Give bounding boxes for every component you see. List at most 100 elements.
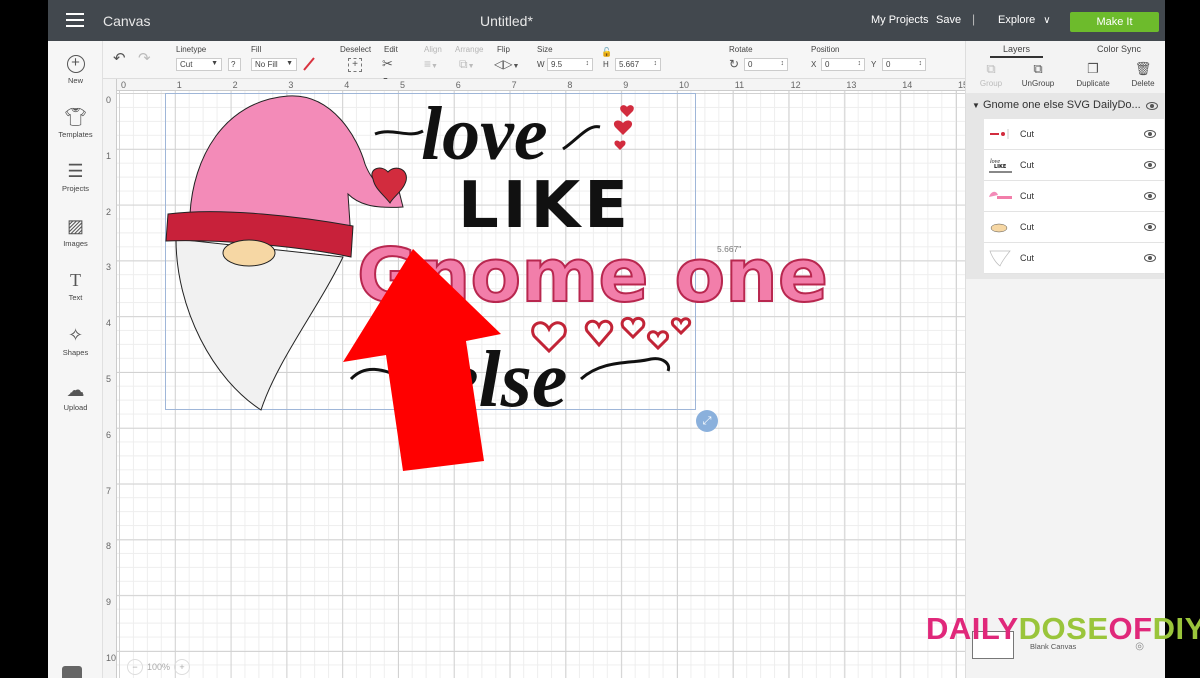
layer-name: Cut <box>1020 253 1035 263</box>
ungroup-button[interactable]: ⧉ UnGroup <box>1013 61 1063 88</box>
rotate-icon[interactable]: ↻ <box>729 57 739 71</box>
sidebar-item-projects[interactable]: ☰ Projects <box>48 161 103 193</box>
layer-thumbnail <box>989 191 1012 199</box>
deselect-label: Deselect <box>340 45 372 54</box>
layer-row[interactable]: love LIKE Cut <box>984 150 1164 181</box>
layer-thumbnail <box>989 250 1011 267</box>
layer-row[interactable]: Cut <box>984 212 1164 243</box>
visibility-eye-icon[interactable] <box>1144 254 1156 262</box>
layer-thumbnail <box>990 223 1008 233</box>
watermark-dose: DOSE <box>1018 611 1109 646</box>
left-sidebar: + New 👕︎ Templates ☰ Projects ▨ Images T… <box>48 41 103 678</box>
height-input[interactable]: 5.667 ↕ <box>615 58 661 71</box>
stepper-icon: ↕ <box>780 60 785 67</box>
fill-label: Fill <box>251 45 262 54</box>
group-button[interactable]: ⧉ Group <box>966 61 1016 88</box>
layer-thumbnail: loveLIKE <box>989 159 1012 173</box>
duplicate-icon: ❐ <box>1087 61 1099 76</box>
lock-icon[interactable]: 🔓 <box>601 45 612 59</box>
size-label: Size <box>537 45 553 54</box>
layer-row[interactable]: Cut <box>984 243 1164 274</box>
sidebar-item-label: New <box>67 76 83 85</box>
sidebar-item-images[interactable]: ▨ Images <box>48 216 103 248</box>
explore-dropdown[interactable]: Explore ∨ <box>998 14 1051 26</box>
delete-label: Delete <box>1131 79 1155 88</box>
rotate-value: 0 <box>748 60 753 69</box>
sidebar-item-new[interactable]: + New <box>48 55 103 85</box>
align-icon[interactable]: ≡▼ <box>424 57 438 74</box>
arrange-icon[interactable]: ⧉▼ <box>459 57 475 74</box>
zoom-value: 100% <box>147 662 171 672</box>
layer-group-header[interactable]: ▼ Gnome one else SVG DailyDo... <box>972 99 1141 111</box>
undo-group: ↶ ↷ <box>103 41 151 79</box>
flip-label: Flip <box>497 45 510 54</box>
sidebar-item-upload[interactable]: ☁ Upload <box>48 380 103 412</box>
sidebar-bottom-tab[interactable] <box>62 666 82 678</box>
trash-icon: 🗑︎ <box>1134 61 1152 76</box>
collapse-arrow-icon: ▼ <box>972 101 980 110</box>
y-label: Y <box>871 60 877 69</box>
sidebar-item-label: Images <box>63 239 88 248</box>
y-value: 0 <box>886 60 891 69</box>
fill-select[interactable]: No Fill ▼ <box>251 58 297 71</box>
cloud-upload-icon: ☁ <box>66 380 85 400</box>
design-canvas[interactable]: 0123456789101112131415 012345678910 5.66… <box>103 79 965 678</box>
outline-heart <box>584 319 614 348</box>
width-input[interactable]: 9.5 ↕ <box>547 58 593 71</box>
my-projects-link[interactable]: My Projects <box>871 14 928 26</box>
fill-color-swatch[interactable] <box>303 56 315 72</box>
visibility-eye-icon[interactable] <box>1144 161 1156 169</box>
small-heart <box>620 105 634 117</box>
tab-color-sync[interactable]: Color Sync <box>1084 41 1154 58</box>
sidebar-item-text[interactable]: T Text <box>48 270 103 302</box>
sidebar-item-label: Projects <box>61 184 90 193</box>
stepper-icon: ↕ <box>857 60 862 67</box>
linetype-value: Cut <box>180 60 193 69</box>
position-label: Position <box>811 45 840 54</box>
linetype-label: Linetype <box>176 45 207 54</box>
delete-button[interactable]: 🗑︎ Delete <box>1118 61 1165 88</box>
deselect-icon[interactable]: + <box>348 58 362 72</box>
zoom-in-icon[interactable]: + <box>174 659 191 675</box>
save-link[interactable]: Save <box>936 14 961 26</box>
image-icon: ▨ <box>66 216 84 236</box>
text-icon: T <box>70 270 81 290</box>
stepper-icon: ↕ <box>918 60 923 67</box>
dropdown-arrow-icon: ▼ <box>286 60 293 67</box>
layer-row[interactable]: Cut <box>984 181 1164 212</box>
explore-label: Explore <box>998 14 1036 26</box>
linetype-select[interactable]: Cut ▼ <box>176 58 222 71</box>
visibility-eye-icon[interactable] <box>1144 130 1156 138</box>
y-input[interactable]: 0 ↕ <box>882 58 926 71</box>
document-title[interactable]: Untitled* <box>480 13 533 29</box>
visibility-eye-icon[interactable] <box>1144 223 1156 231</box>
linetype-help-button[interactable]: ? <box>228 58 241 71</box>
dropdown-arrow-icon: ▼ <box>211 60 218 67</box>
visibility-eye-icon[interactable] <box>1146 102 1158 110</box>
sidebar-item-label: Text <box>68 293 83 302</box>
chevron-down-icon: ∨ <box>1043 15 1051 26</box>
design-artwork: love LIKE Gnome one else <box>165 92 829 471</box>
make-it-button[interactable]: Make It <box>1070 12 1159 32</box>
undo-icon[interactable]: ↶ <box>113 51 126 66</box>
resize-handle-icon[interactable]: ⤢ <box>696 410 718 432</box>
duplicate-button[interactable]: ❐ Duplicate <box>1068 61 1118 88</box>
sidebar-item-shapes[interactable]: ✧ Shapes <box>48 325 103 357</box>
love-swash <box>374 129 424 136</box>
flip-icon[interactable]: ◁▷▼ <box>494 57 519 74</box>
hamburger-menu-icon[interactable] <box>66 13 84 27</box>
tab-layers[interactable]: Layers <box>990 41 1043 58</box>
redo-icon[interactable]: ↷ <box>138 51 151 66</box>
ungroup-label: UnGroup <box>1021 79 1055 88</box>
layer-name: Cut <box>1020 191 1035 201</box>
outline-heart <box>646 330 670 351</box>
layer-name: Cut <box>1020 160 1035 170</box>
x-input[interactable]: 0 ↕ <box>821 58 865 71</box>
layer-name: Cut <box>1020 222 1035 232</box>
layer-row[interactable]: Cut <box>984 119 1164 150</box>
rotate-input[interactable]: 0 ↕ <box>744 58 788 71</box>
sidebar-item-templates[interactable]: 👕︎ Templates <box>48 107 103 139</box>
visibility-eye-icon[interactable] <box>1144 192 1156 200</box>
width-label: W <box>537 60 545 69</box>
zoom-out-icon[interactable]: − <box>127 659 143 675</box>
